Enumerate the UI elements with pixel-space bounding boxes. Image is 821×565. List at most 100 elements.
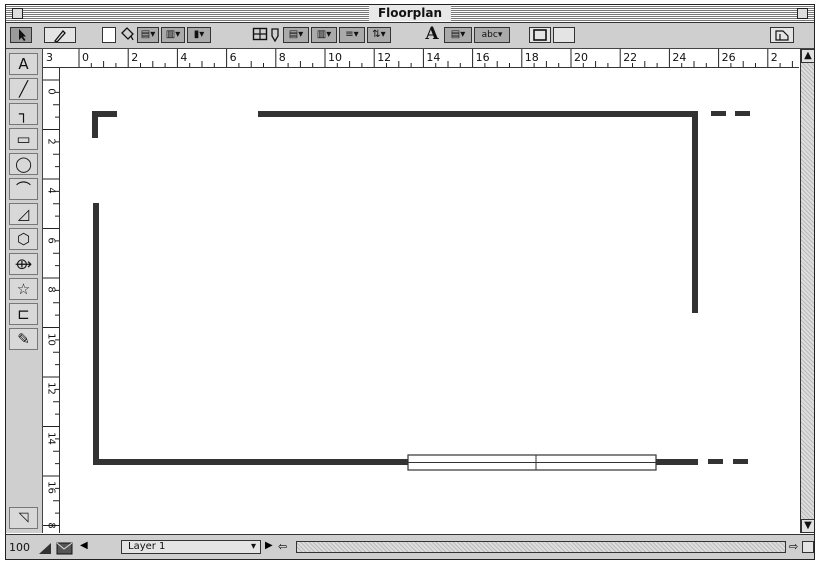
text-menu[interactable]: ▤▾ bbox=[444, 27, 472, 43]
toolbar: ▤▾ ▥▾ ▮▾ ▤▾ ▥▾ ≡▾ ⇅▾ A ▤▾ abc▾ bbox=[6, 23, 814, 49]
dash-style-menu[interactable]: ▥▾ bbox=[311, 27, 337, 43]
scroll-down-arrow[interactable]: ▼ bbox=[801, 519, 814, 533]
arc-icon: ⌒ bbox=[15, 180, 31, 198]
eyedropper-tool[interactable]: ✎ bbox=[9, 328, 38, 350]
chevron-down-icon: ▾ bbox=[250, 541, 256, 552]
arc-tool[interactable]: ⌒ bbox=[9, 178, 38, 200]
polygon-icon: ⬡ bbox=[16, 230, 31, 248]
fill-pattern-menu[interactable]: ▥▾ bbox=[161, 27, 185, 43]
layer-selector[interactable]: Layer 1 ▾ bbox=[121, 540, 261, 554]
layer-name: Layer 1 bbox=[128, 541, 166, 552]
wall-segment[interactable] bbox=[93, 459, 408, 465]
floorplan-window: Floorplan ▤▾ ▥▾ ▮▾ ▤▾ ▥▾ ≡▾ ⇅▾ A ▤▾ abc▾ bbox=[5, 4, 815, 560]
ruler-label: 4 bbox=[45, 187, 57, 194]
ruler-label: 0 bbox=[82, 51, 89, 64]
ruler-label: 18 bbox=[524, 51, 539, 64]
line-pattern-menu[interactable]: ▤▾ bbox=[137, 27, 159, 43]
vertical-ruler[interactable]: 0 2 4 6 8 10 12 14 16 8 bbox=[43, 68, 60, 533]
ruler-label: 26 bbox=[721, 51, 736, 64]
frame-button[interactable] bbox=[529, 27, 551, 43]
tool-palette: A ╱ ┐ ▭ ◯ ⌒ ◿ ⬡ ⟴ ☆ ⊏ ✎ ◹ bbox=[6, 49, 43, 533]
wall-dash[interactable] bbox=[735, 111, 750, 116]
ruler-label: 8 bbox=[278, 51, 286, 64]
zoom-level[interactable]: 100 bbox=[9, 541, 30, 554]
connector-icon: ┐ bbox=[18, 105, 29, 123]
ruler-label: 2 bbox=[131, 51, 139, 64]
spacing-menu[interactable]: ⇅▾ bbox=[367, 27, 391, 43]
resize-box[interactable] bbox=[802, 541, 814, 553]
pen-tool-icon[interactable] bbox=[44, 27, 76, 43]
scroll-left-arrow[interactable]: ⇦ bbox=[278, 540, 287, 553]
freeform-tool[interactable]: ◿ bbox=[9, 203, 38, 225]
wall-segment[interactable] bbox=[93, 203, 99, 465]
eyedropper-icon: ✎ bbox=[17, 330, 30, 348]
shadow-menu[interactable]: ▮▾ bbox=[187, 27, 211, 43]
text-style-menu[interactable]: abc▾ bbox=[474, 27, 510, 43]
text-tool[interactable]: A bbox=[9, 53, 38, 75]
layer-next-icon[interactable]: ▶ bbox=[265, 540, 273, 551]
oval-icon: ◯ bbox=[15, 155, 32, 173]
text-style-label: abc bbox=[481, 30, 498, 40]
freeform-icon: ◿ bbox=[17, 205, 30, 223]
drawing-canvas[interactable] bbox=[60, 68, 799, 533]
ruler-label: 6 bbox=[45, 236, 57, 244]
scroll-right-arrow[interactable]: ⇨ bbox=[789, 540, 798, 553]
grid-icon[interactable] bbox=[252, 27, 268, 43]
arrow-tool-icon[interactable] bbox=[10, 27, 32, 43]
text-tool-glyph[interactable]: A bbox=[422, 26, 442, 43]
rectangle-tool[interactable]: ▭ bbox=[9, 128, 38, 150]
wall-segment[interactable] bbox=[258, 111, 698, 117]
line-tool[interactable]: ╱ bbox=[9, 78, 38, 100]
status-bar: 100 ◀ Layer 1 ▾ ▶ ⇦ ⇨ bbox=[6, 534, 814, 559]
layer-prev-icon[interactable]: ◀ bbox=[80, 540, 88, 551]
paint-bucket-icon[interactable] bbox=[118, 27, 136, 43]
ruler-label: 16 bbox=[475, 51, 490, 64]
wall-dash[interactable] bbox=[711, 111, 726, 116]
ruler-label: 12 bbox=[45, 382, 57, 395]
pencil-icon[interactable] bbox=[269, 27, 281, 43]
ruler-label: 2 bbox=[45, 137, 57, 145]
ruler-label: 10 bbox=[45, 332, 57, 346]
title-bar[interactable]: Floorplan bbox=[6, 5, 814, 23]
ruler-label: 10 bbox=[328, 51, 342, 64]
ruler-label: 16 bbox=[45, 481, 57, 494]
frame-off-button[interactable] bbox=[553, 27, 575, 43]
connector-tool[interactable]: ┐ bbox=[9, 103, 38, 125]
alignment-menu[interactable]: ≡▾ bbox=[339, 27, 365, 43]
wall-dash[interactable] bbox=[708, 459, 723, 464]
ruler-label: 22 bbox=[623, 51, 638, 64]
polygon-tool[interactable]: ⬡ bbox=[9, 228, 38, 250]
text-icon: A bbox=[18, 55, 29, 73]
window-corner-icon[interactable] bbox=[770, 27, 794, 43]
rectangle-icon: ▭ bbox=[16, 130, 31, 148]
close-box[interactable] bbox=[12, 8, 23, 19]
wall-segment[interactable] bbox=[92, 111, 98, 138]
scroll-up-arrow[interactable]: ▲ bbox=[801, 49, 814, 63]
oval-tool[interactable]: ◯ bbox=[9, 153, 38, 175]
shape-library-icon: ⟴ bbox=[14, 255, 33, 273]
fill-color-swatch[interactable] bbox=[102, 27, 116, 43]
wall-segment[interactable] bbox=[656, 459, 698, 465]
horizontal-ruler[interactable]: 3 0 2 4 6 8 10 12 14 16 18 20 22 24 26 2 bbox=[43, 49, 799, 68]
star-tool[interactable]: ☆ bbox=[9, 278, 38, 300]
ruler-label: 0 bbox=[45, 88, 57, 95]
horizontal-scrollbar[interactable] bbox=[296, 541, 786, 553]
line-weight-menu[interactable]: ▤▾ bbox=[283, 27, 309, 43]
shape-library-tool[interactable]: ⟴ bbox=[9, 253, 38, 275]
window-title: Floorplan bbox=[368, 5, 452, 21]
page-view-icon[interactable] bbox=[56, 540, 74, 555]
bracket-tool[interactable]: ⊏ bbox=[9, 303, 38, 325]
wall-segment[interactable] bbox=[692, 111, 698, 313]
zoom-out-icon[interactable] bbox=[38, 540, 52, 554]
ruler-label: 14 bbox=[45, 431, 57, 445]
window-opening[interactable] bbox=[407, 454, 657, 471]
ruler-label: 20 bbox=[574, 51, 588, 64]
ruler-label: 12 bbox=[377, 51, 392, 64]
star-icon: ☆ bbox=[16, 280, 31, 298]
zoom-box[interactable] bbox=[797, 8, 808, 19]
wall-dash[interactable] bbox=[733, 459, 748, 464]
vertical-scrollbar[interactable]: ▲ ▼ bbox=[800, 49, 814, 533]
rotate-tool[interactable]: ◹ bbox=[9, 507, 38, 529]
ruler-label: 24 bbox=[672, 51, 687, 64]
ruler-label: 8 bbox=[45, 522, 57, 529]
